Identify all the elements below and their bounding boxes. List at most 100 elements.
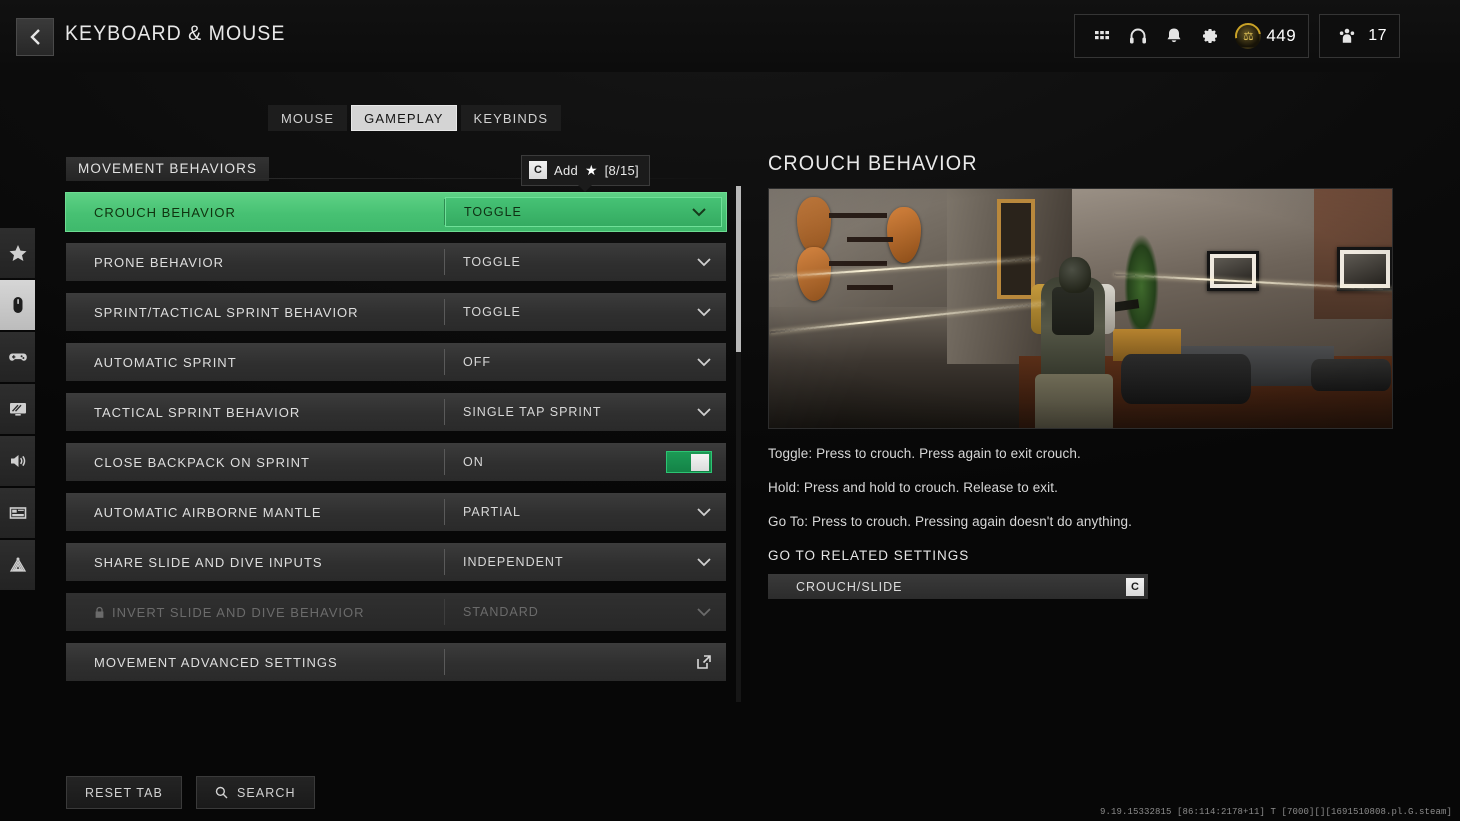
toggle-knob [691, 453, 709, 471]
star-icon: ★ [585, 161, 598, 178]
settings-gear-icon-button[interactable] [1195, 21, 1225, 51]
left-sidebar [0, 228, 35, 590]
setting-row-automatic-sprint[interactable]: AUTOMATIC SPRINT OFF [66, 343, 726, 381]
top-bar: KEYBOARD & MOUSE ⚖ 449 17 [0, 0, 1460, 72]
setting-value-dropdown[interactable]: OFF [445, 343, 726, 381]
setting-row-tactical-sprint-behavior[interactable]: TACTICAL SPRINT BEHAVIOR SINGLE TAP SPRI… [66, 393, 726, 431]
chevron-down-icon [696, 407, 712, 417]
setting-value-dropdown[interactable]: TOGGLE [445, 293, 726, 331]
layout-icon [9, 507, 26, 519]
top-right-controls: ⚖ 449 17 [1074, 14, 1400, 58]
chevron-down-icon [696, 357, 712, 367]
detail-title: CROUCH BEHAVIOR [768, 152, 978, 175]
setting-value-dropdown-disabled: STANDARD [445, 593, 726, 631]
setting-label: AUTOMATIC SPRINT [94, 354, 237, 370]
sidebar-item-keyboard-mouse[interactable] [0, 280, 35, 330]
settings-row-list: CROUCH BEHAVIOR TOGGLE PRONE BEHAVIOR TO… [66, 193, 726, 693]
setting-value-toggle[interactable]: ON [445, 443, 726, 481]
setting-value: INDEPENDENT [463, 555, 564, 569]
setting-row-invert-slide-and-dive-behavior: INVERT SLIDE AND DIVE BEHAVIOR STANDARD [66, 593, 726, 631]
setting-value: TOGGLE [463, 305, 521, 319]
setting-value: TOGGLE [463, 255, 521, 269]
settings-scrollbar-thumb[interactable] [736, 186, 741, 352]
reset-tab-label: RESET TAB [85, 785, 163, 800]
related-setting-keycap: C [1126, 577, 1144, 596]
setting-label-locked: INVERT SLIDE AND DIVE BEHAVIOR [66, 593, 444, 631]
top-icon-group: ⚖ 449 [1074, 14, 1310, 58]
setting-row-movement-advanced-settings[interactable]: MOVEMENT ADVANCED SETTINGS [66, 643, 726, 681]
tab-gameplay[interactable]: GAMEPLAY [351, 105, 457, 131]
setting-row-prone-behavior[interactable]: PRONE BEHAVIOR TOGGLE [66, 243, 726, 281]
setting-label: CROUCH BEHAVIOR [94, 204, 236, 220]
description-line-toggle: Toggle: Press to crouch. Press again to … [768, 446, 1081, 461]
coin-emblem-glyph: ⚖ [1242, 29, 1254, 43]
reset-tab-button[interactable]: RESET TAB [66, 776, 182, 809]
external-link-icon [696, 654, 712, 670]
chevron-down-icon [696, 257, 712, 267]
tooltip-count: [8/15] [604, 162, 639, 178]
squad-group[interactable]: 17 [1319, 14, 1400, 58]
setting-value: TOGGLE [464, 205, 522, 219]
broadcast-icon [9, 557, 26, 572]
setting-label-text: INVERT SLIDE AND DIVE BEHAVIOR [112, 604, 365, 620]
section-divider [238, 178, 738, 179]
setting-value: PARTIAL [463, 505, 521, 519]
setting-label: MOVEMENT ADVANCED SETTINGS [94, 654, 338, 670]
back-button[interactable] [16, 18, 54, 56]
page-title: KEYBOARD & MOUSE [65, 22, 286, 45]
setting-value-dropdown[interactable]: PARTIAL [445, 493, 726, 531]
chevron-down-icon [696, 557, 712, 567]
setting-label: TACTICAL SPRINT BEHAVIOR [94, 404, 301, 420]
description-line-goto: Go To: Press to crouch. Pressing again d… [768, 514, 1132, 529]
mouse-icon [13, 297, 22, 313]
apps-grid-icon [1095, 31, 1110, 40]
sidebar-item-accessibility[interactable] [0, 540, 35, 590]
squad-count: 17 [1368, 27, 1387, 44]
tooltip-action-label: Add [554, 162, 579, 178]
tab-keybinds[interactable]: KEYBINDS [460, 105, 562, 131]
squad-members-icon-button[interactable] [1332, 21, 1362, 51]
setting-label: SHARE SLIDE AND DIVE INPUTS [94, 554, 323, 570]
setting-row-share-slide-and-dive-inputs[interactable]: SHARE SLIDE AND DIVE INPUTS INDEPENDENT [66, 543, 726, 581]
related-setting-label: CROUCH/SLIDE [796, 579, 903, 594]
sidebar-item-interface[interactable] [0, 488, 35, 538]
headphones-icon [1130, 28, 1147, 44]
star-icon [9, 245, 26, 261]
build-version-string: 9.19.15332815 [86:114:2178+11] T [7000][… [1099, 807, 1452, 817]
setting-value-dropdown[interactable]: TOGGLE [445, 243, 726, 281]
monitor-icon [9, 403, 26, 416]
setting-value-link[interactable] [445, 643, 726, 681]
chevron-down-icon [696, 307, 712, 317]
magnifier-icon [215, 786, 228, 799]
chevron-down-icon [696, 607, 712, 617]
lock-icon [94, 606, 105, 619]
tab-mouse[interactable]: MOUSE [268, 105, 348, 131]
apps-grid-icon-button[interactable] [1087, 21, 1117, 51]
toggle-switch-on[interactable] [666, 451, 712, 473]
setting-value-dropdown[interactable]: SINGLE TAP SPRINT [445, 393, 726, 431]
headphones-icon-button[interactable] [1123, 21, 1153, 51]
search-label: SEARCH [236, 785, 296, 800]
currency-badge[interactable]: ⚖ 449 [1231, 23, 1296, 49]
preview-vignette [769, 189, 1392, 428]
sidebar-item-graphics[interactable] [0, 384, 35, 434]
setting-row-automatic-airborne-mantle[interactable]: AUTOMATIC AIRBORNE MANTLE PARTIAL [66, 493, 726, 531]
search-button[interactable]: SEARCH [195, 776, 315, 809]
setting-row-sprint-tactical-sprint-behavior[interactable]: SPRINT/TACTICAL SPRINT BEHAVIOR TOGGLE [66, 293, 726, 331]
footer-actions: RESET TAB SEARCH [66, 776, 315, 809]
setting-label: SPRINT/TACTICAL SPRINT BEHAVIOR [94, 304, 359, 320]
setting-row-close-backpack-on-sprint[interactable]: CLOSE BACKPACK ON SPRINT ON [66, 443, 726, 481]
setting-value-dropdown[interactable]: INDEPENDENT [445, 543, 726, 581]
sidebar-item-audio[interactable] [0, 436, 35, 486]
setting-value: STANDARD [463, 605, 539, 619]
setting-value-dropdown[interactable]: TOGGLE [445, 197, 722, 227]
sidebar-item-controller[interactable] [0, 332, 35, 382]
favorite-tooltip: C Add ★ [8/15] [521, 155, 650, 192]
settings-gear-icon [1203, 29, 1218, 43]
setting-value: OFF [463, 355, 491, 369]
notification-bell-icon-button[interactable] [1159, 21, 1189, 51]
currency-amount: 449 [1266, 26, 1297, 45]
sidebar-item-favorites[interactable] [0, 228, 35, 278]
related-setting-crouch-slide[interactable]: CROUCH/SLIDE C [768, 574, 1148, 599]
setting-row-crouch-behavior[interactable]: CROUCH BEHAVIOR TOGGLE [66, 193, 726, 231]
